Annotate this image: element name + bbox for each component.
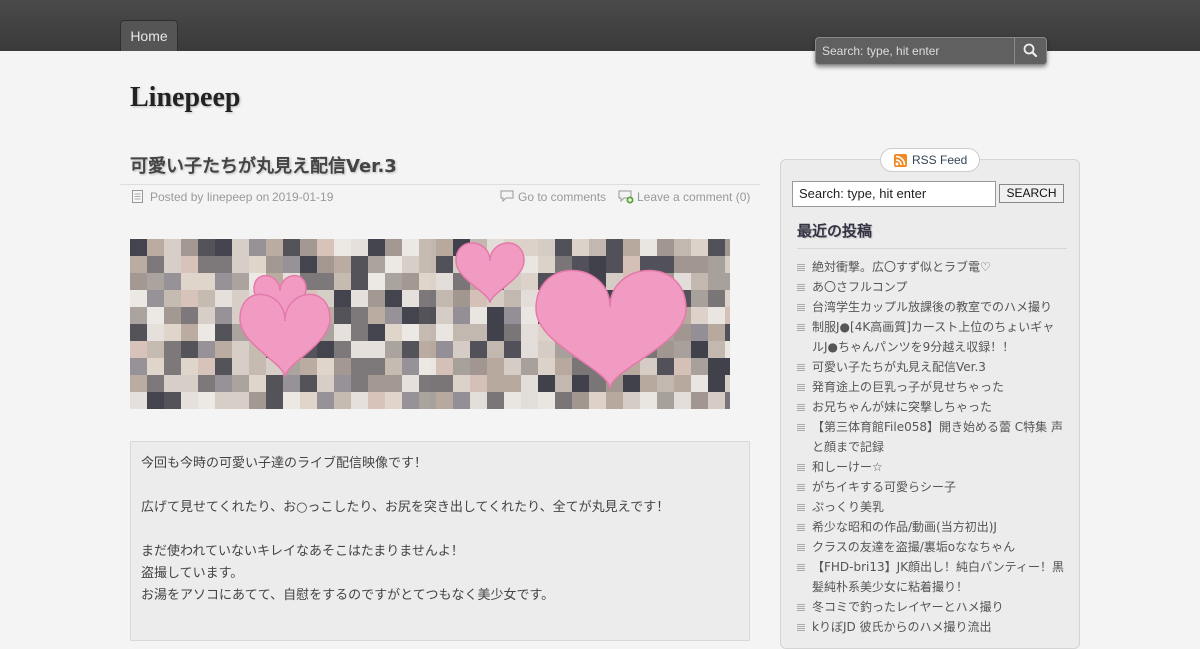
post-title[interactable]: 可愛い子たちが丸見え配信Ver.3 [130, 152, 397, 178]
leave-comment-link[interactable]: Leave a comment (0) [637, 189, 750, 205]
recent-post-link[interactable]: 絶対衝撃。広〇すず似とラブ電♡ [796, 257, 1066, 277]
recent-post-link[interactable]: 制服J●[4K高画質]カースト上位のちょいギャルJ●ちゃんパンツを9分越え収録！… [796, 317, 1066, 357]
post-thumbnail-image[interactable] [130, 239, 730, 409]
header-search-box[interactable]: Search: type, hit enter [815, 37, 1047, 65]
add-comment-icon [618, 190, 634, 204]
post-paragraph: 今回も今時の可愛い子達のライブ配信映像です！ [141, 456, 428, 471]
posted-by-label: Posted by [150, 190, 204, 204]
rss-feed-label: RSS Feed [912, 153, 968, 167]
recent-post-link[interactable]: 台湾学生カップル放課後の教室でのハメ撮り [796, 297, 1066, 317]
post-author[interactable]: linepeep [207, 189, 252, 205]
sidebar-search-input[interactable]: Search: type, hit enter [792, 181, 996, 207]
post-paragraph: 盗撮しています。 [141, 566, 244, 581]
post-date: 2019-01-19 [272, 190, 334, 204]
rss-icon [894, 154, 907, 167]
document-icon [132, 190, 143, 203]
comment-icon [500, 190, 514, 202]
rss-feed-link[interactable]: RSS Feed [880, 148, 980, 172]
recent-post-link[interactable]: 発育途上の巨乳っ子が見せちゃった [796, 377, 1066, 397]
post-meta: Posted by linepeep on 2019-01-19 Go to c… [120, 184, 760, 209]
recent-post-link[interactable]: がちイキする可愛らシー子 [796, 477, 1066, 497]
site-title[interactable]: Linepeep [130, 82, 240, 114]
recent-post-link[interactable]: 冬コミで釣ったレイヤーとハメ撮り [796, 597, 1066, 617]
recent-post-link[interactable]: ぷっくり美乳 [796, 497, 1066, 517]
nav-home-tab[interactable]: Home [120, 20, 178, 51]
header-search-button[interactable] [1014, 38, 1046, 64]
recent-post-link[interactable]: 可愛い子たちが丸見え配信Ver.3 [796, 357, 1066, 377]
recent-posts-list: 絶対衝撃。広〇すず似とラブ電♡ あ〇さフルコンプ 台湾学生カップル放課後の教室で… [796, 257, 1066, 637]
recent-post-link[interactable]: お兄ちゃんが妹に突撃しちゃった [796, 397, 1066, 417]
recent-posts-heading: 最近の投稿 [797, 220, 1067, 249]
recent-post-link[interactable]: kりぼJD 彼氏からのハメ撮り流出 [796, 617, 1066, 637]
recent-post-link[interactable]: 【FHD-bri13】JK顔出し！純白パンティー！黒髪純朴系美少女に粘着撮り！ [796, 557, 1066, 597]
recent-post-link[interactable]: クラスの友達を盗撮/裏垢oななちゃん [796, 537, 1066, 557]
post-paragraph: お湯をアソコにあてて、自慰をするのですがとてつもなく美少女です。 [141, 588, 555, 603]
search-icon [1023, 43, 1038, 58]
mosaic-image-graphic [130, 239, 730, 409]
post-paragraph: 広げて見せてくれたり、お○っこしたり、お尻を突き出してくれたり、全てが丸見えです… [141, 500, 670, 515]
sidebar-search-button[interactable]: SEARCH [999, 184, 1064, 203]
recent-post-link[interactable]: あ〇さフルコンプ [796, 277, 1066, 297]
header-search-input[interactable]: Search: type, hit enter [822, 38, 1012, 64]
recent-post-link[interactable]: 【第三体育館File058】開き始める蕾 C特集 声と顔まで記録 [796, 417, 1066, 457]
go-to-comments-link[interactable]: Go to comments [518, 189, 606, 205]
post-paragraph: まだ使われていないキレイなあそこはたまりませんよ！ [141, 544, 464, 559]
recent-post-link[interactable]: 希少な昭和の作品/動画(当方初出)J [796, 517, 1066, 537]
posted-on-label: on [256, 190, 270, 204]
post-content: 今回も今時の可愛い子達のライブ配信映像です！ 広げて見せてくれたり、お○っこした… [130, 441, 750, 641]
recent-post-link[interactable]: 和しーけー☆ [796, 457, 1066, 477]
